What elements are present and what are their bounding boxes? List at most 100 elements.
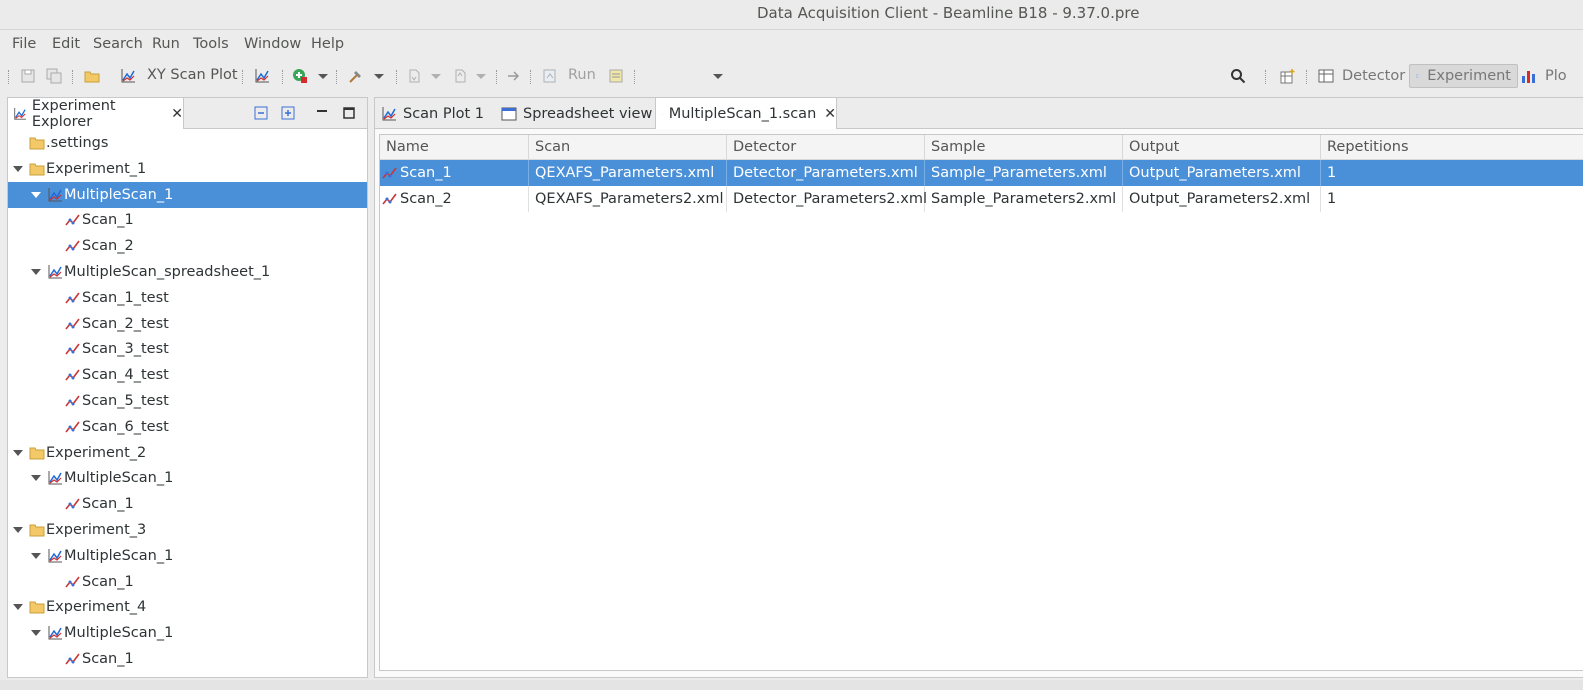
- expand-toggle-icon[interactable]: [31, 475, 41, 482]
- menu-help[interactable]: Help: [311, 36, 344, 52]
- tree-item[interactable]: MultipleScan_1: [8, 465, 367, 491]
- tab-spreadsheet-view[interactable]: Spreadsheet view: [495, 98, 655, 129]
- column-header-output[interactable]: Output: [1123, 135, 1321, 160]
- expand-toggle-icon[interactable]: [31, 552, 41, 559]
- tree-item-label: Experiment_2: [46, 444, 147, 461]
- cell-detector[interactable]: Detector_Parameters2.xml: [727, 186, 927, 212]
- scan-icon: [65, 240, 80, 252]
- cell-name[interactable]: Scan_1: [394, 160, 529, 186]
- search-icon[interactable]: [1230, 68, 1246, 84]
- menu-run[interactable]: Run: [152, 36, 180, 52]
- menu-window[interactable]: Window: [244, 36, 301, 52]
- expand-all-icon[interactable]: [281, 106, 295, 120]
- save-all-icon[interactable]: [46, 68, 62, 84]
- cell-repetitions[interactable]: 1: [1321, 160, 1583, 186]
- tree-item[interactable]: MultipleScan_1: [8, 620, 367, 646]
- cell-output[interactable]: Output_Parameters2.xml: [1123, 186, 1321, 212]
- xy-scan-plot-button[interactable]: XY Scan Plot: [147, 67, 238, 83]
- table-header: Name Scan Detector Sample Output Repetit…: [380, 135, 1583, 160]
- expand-toggle-icon[interactable]: [31, 269, 41, 275]
- perspective-plot[interactable]: Plo: [1515, 64, 1573, 88]
- tree-item[interactable]: MultipleScan_1: [8, 181, 367, 208]
- tree-item-label: MultipleScan_1: [64, 625, 174, 642]
- expand-toggle-icon[interactable]: [13, 165, 23, 172]
- perspective-experiment-label: Experiment: [1427, 68, 1511, 84]
- tree-item-label: Scan_1: [82, 573, 134, 590]
- table-row[interactable]: Scan_1 QEXAFS_Parameters.xml Detector_Pa…: [380, 160, 1583, 186]
- expand-toggle-icon[interactable]: [31, 630, 41, 637]
- tree-item[interactable]: Scan_3_test: [8, 336, 367, 362]
- tab-multiplescan-1-scan[interactable]: MultipleScan_1.scan ✕: [655, 98, 837, 129]
- tree-item[interactable]: Scan_2: [8, 233, 367, 259]
- cell-repetitions[interactable]: 1: [1321, 186, 1583, 212]
- add-scan-dropdown[interactable]: [318, 74, 328, 79]
- save-icon[interactable]: [20, 68, 36, 84]
- cell-scan[interactable]: QEXAFS_Parameters.xml: [529, 160, 727, 186]
- tree-item[interactable]: MultipleScan_spreadsheet_1: [8, 259, 367, 285]
- explorer-icon: [14, 107, 26, 120]
- perspective-experiment[interactable]: Experiment: [1409, 64, 1518, 88]
- scan-icon: [65, 214, 80, 226]
- cell-scan[interactable]: QEXAFS_Parameters2.xml: [529, 186, 727, 212]
- tree-item[interactable]: MultipleScan_1: [8, 543, 367, 569]
- expand-toggle-icon[interactable]: [13, 527, 23, 533]
- column-header-scan[interactable]: Scan: [529, 135, 727, 160]
- toolbar-separator: [1306, 70, 1308, 84]
- column-header-name[interactable]: Name: [380, 135, 529, 160]
- expand-toggle-icon[interactable]: [13, 604, 23, 611]
- add-scan-icon[interactable]: [292, 68, 308, 84]
- next-annotation-icon: [409, 69, 420, 83]
- close-icon[interactable]: ✕: [824, 106, 836, 122]
- toolbar-separator: [336, 70, 338, 84]
- tree-item[interactable]: Scan_4_test: [8, 362, 367, 388]
- cell-name[interactable]: Scan_2: [394, 186, 529, 212]
- hammer-dropdown[interactable]: [374, 74, 384, 79]
- window-title: Data Acquisition Client - Beamline B18 -…: [757, 4, 1140, 22]
- folder-icon: [29, 524, 45, 537]
- column-header-repetitions[interactable]: Repetitions: [1321, 135, 1583, 160]
- menu-edit[interactable]: Edit: [52, 36, 80, 52]
- open-perspective-icon[interactable]: [1280, 68, 1296, 84]
- tree-item[interactable]: Experiment_1: [8, 156, 367, 182]
- cell-sample[interactable]: Sample_Parameters2.xml: [925, 186, 1123, 212]
- tree-item[interactable]: Scan_1: [8, 207, 367, 233]
- xy-scan-plot-icon[interactable]: [120, 68, 136, 84]
- column-header-sample[interactable]: Sample: [925, 135, 1123, 160]
- scan-icon: [65, 653, 80, 665]
- tree-item[interactable]: Experiment_2: [8, 440, 367, 466]
- tree-item[interactable]: Scan_5_test: [8, 388, 367, 414]
- tab-experiment-explorer[interactable]: Experiment Explorer ✕: [8, 98, 184, 130]
- tree-item[interactable]: Scan_6_test: [8, 414, 367, 440]
- run-icon: [543, 69, 556, 83]
- cell-output[interactable]: Output_Parameters.xml: [1123, 160, 1321, 186]
- menu-search[interactable]: Search: [93, 36, 143, 52]
- hammer-icon[interactable]: [348, 68, 364, 84]
- expand-toggle-icon[interactable]: [13, 449, 23, 456]
- tree-item[interactable]: Experiment_3: [8, 517, 367, 543]
- collapse-all-icon[interactable]: [254, 106, 268, 120]
- tree-item[interactable]: Scan_1: [8, 646, 367, 672]
- queue-icon[interactable]: [608, 68, 624, 84]
- column-header-detector[interactable]: Detector: [727, 135, 925, 160]
- tree-item[interactable]: .settings: [8, 130, 367, 156]
- plot-icon[interactable]: [254, 68, 270, 84]
- tree-item[interactable]: Scan_1: [8, 569, 367, 595]
- tree-item[interactable]: Scan_1: [8, 491, 367, 517]
- cell-detector[interactable]: Detector_Parameters.xml: [727, 160, 925, 186]
- maximize-icon[interactable]: [342, 106, 356, 120]
- tree-item[interactable]: Experiment_4: [8, 594, 367, 620]
- table-row[interactable]: Scan_2 QEXAFS_Parameters2.xml Detector_P…: [380, 186, 1583, 212]
- perspective-detector[interactable]: Detector: [1312, 64, 1411, 88]
- close-icon[interactable]: ✕: [171, 106, 183, 122]
- expand-toggle-icon[interactable]: [31, 191, 41, 198]
- cell-sample[interactable]: Sample_Parameters.xml: [925, 160, 1123, 186]
- forward-icon[interactable]: [506, 68, 522, 84]
- minimize-icon[interactable]: [315, 106, 329, 120]
- tree-item[interactable]: Scan_2_test: [8, 311, 367, 337]
- tree-item[interactable]: Scan_1_test: [8, 285, 367, 311]
- tab-scan-plot-1[interactable]: Scan Plot 1: [375, 98, 493, 129]
- toolbar-chevron-dropdown[interactable]: [713, 74, 723, 79]
- folder-open-icon[interactable]: [84, 68, 100, 84]
- menu-tools[interactable]: Tools: [193, 36, 229, 52]
- menu-file[interactable]: File: [12, 36, 36, 52]
